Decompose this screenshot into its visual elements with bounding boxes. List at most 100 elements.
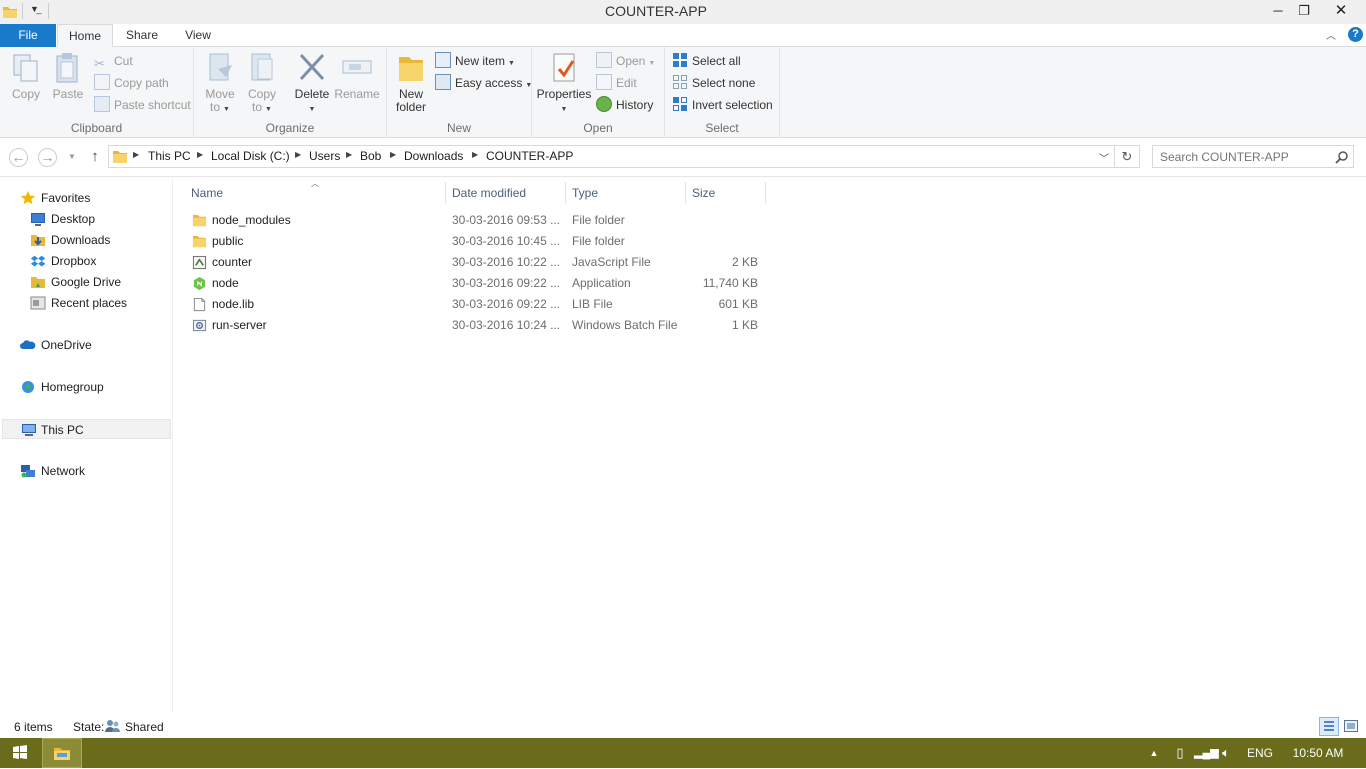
search-box[interactable] (1152, 145, 1354, 168)
language-indicator[interactable]: ENG (1246, 738, 1274, 768)
copy-button[interactable]: Copy (8, 51, 44, 101)
column-header-name[interactable]: Name (185, 182, 446, 204)
open-button[interactable]: Open ▼ (596, 51, 655, 71)
tab-file[interactable]: File (0, 24, 56, 47)
breadcrumb-bob[interactable]: Bob (360, 149, 381, 163)
tab-home[interactable]: Home (57, 24, 113, 47)
table-row[interactable]: node 30-03-2016 09:22 ... Application 11… (186, 273, 766, 294)
file-name: node.lib (212, 297, 255, 311)
breadcrumb-separator-icon[interactable]: ▶ (197, 150, 203, 159)
recent-locations-dropdown-icon[interactable]: ▼ (62, 148, 82, 168)
copy-to-button[interactable]: Copy to ▼ (244, 51, 280, 116)
search-input[interactable] (1160, 149, 1330, 165)
breadcrumb-local-disk[interactable]: Local Disk (C:) (211, 149, 290, 163)
new-item-button[interactable]: New item ▼ (435, 51, 515, 71)
paste-shortcut-button[interactable]: Paste shortcut (94, 95, 191, 115)
new-group-label: New (446, 121, 471, 135)
cut-button[interactable]: ✂ Cut (94, 51, 133, 71)
delete-button[interactable]: Delete ▼ (292, 51, 332, 116)
nav-homegroup[interactable]: Homegroup (0, 377, 172, 397)
ribbon: Copy Paste ✂ Cut Copy path Paste shortcut… (0, 47, 1366, 138)
open-group-label: Open (583, 121, 613, 135)
breadcrumb-separator-icon[interactable]: ▶ (390, 150, 396, 159)
rename-button[interactable]: Rename (334, 51, 380, 101)
tab-view[interactable]: View (172, 24, 224, 47)
nav-network[interactable]: Network (0, 461, 172, 481)
nav-favorites[interactable]: Favorites (0, 188, 172, 208)
copy-path-label: Copy path (114, 76, 169, 90)
nav-downloads[interactable]: Downloads (0, 230, 172, 250)
easy-access-button[interactable]: Easy access ▼ (435, 73, 532, 93)
signal-icon[interactable]: ▂▄▆ (1194, 738, 1219, 768)
address-bar[interactable]: ▶ This PC ▶ Local Disk (C:) ▶ Users ▶ Bo… (108, 145, 1115, 168)
large-icons-view-icon[interactable] (1343, 718, 1359, 734)
copy-path-button[interactable]: Copy path (94, 73, 169, 93)
edit-button[interactable]: Edit (596, 73, 637, 93)
address-dropdown-icon[interactable]: ﹀ (1099, 150, 1109, 165)
file-size: 2 KB (731, 255, 758, 269)
show-hidden-icons-icon[interactable]: ▲ (1147, 738, 1161, 768)
breadcrumb-separator-icon[interactable]: ▶ (346, 150, 352, 159)
nav-onedrive[interactable]: OneDrive (0, 335, 172, 355)
breadcrumb-separator-icon[interactable]: ▶ (295, 150, 301, 159)
file-type: File folder (572, 234, 625, 248)
table-row[interactable]: counter 30-03-2016 10:22 ... JavaScript … (186, 252, 766, 273)
column-header-type[interactable]: Type (566, 182, 686, 204)
table-row[interactable]: node.lib 30-03-2016 09:22 ... LIB File 6… (186, 294, 766, 315)
volume-icon[interactable]: 🔈︎ (1218, 738, 1234, 768)
chevron-up-icon[interactable]: ︿ (1326, 27, 1336, 42)
item-count: 6 items (14, 720, 53, 734)
nav-network-label: Network (41, 464, 86, 478)
tab-share[interactable]: Share (116, 24, 168, 47)
battery-icon[interactable]: ▯ (1172, 738, 1188, 768)
help-icon[interactable]: ? (1348, 27, 1363, 42)
details-view-icon[interactable] (1319, 717, 1339, 736)
breadcrumb-users[interactable]: Users (309, 149, 340, 163)
up-arrow-icon[interactable]: ↑ (85, 148, 105, 168)
paste-button[interactable]: Paste (50, 51, 86, 101)
close-button[interactable]: ✕ (1318, 0, 1364, 22)
nav-this-pc[interactable]: This PC (2, 419, 171, 439)
breadcrumb-counter-app[interactable]: COUNTER-APP (486, 149, 573, 163)
breadcrumb-this-pc[interactable]: This PC (148, 149, 191, 163)
back-arrow-icon[interactable]: ← (9, 148, 28, 167)
file-date: 30-03-2016 10:45 ... (452, 234, 561, 248)
forward-arrow-icon[interactable]: → (38, 148, 57, 167)
new-folder-button[interactable]: New folder (393, 51, 429, 114)
invert-selection-button[interactable]: Invert selection (672, 95, 773, 115)
lib-file-icon (193, 297, 206, 312)
nav-recent-places[interactable]: Recent places (0, 293, 172, 313)
file-list: ︿ Name Date modified Type Size node_modu… (174, 178, 1366, 712)
file-type: Windows Batch File (572, 318, 678, 332)
open-icon (596, 52, 612, 68)
breadcrumb-separator-icon[interactable]: ▶ (472, 150, 478, 159)
homegroup-icon (22, 381, 34, 393)
clipboard-group-label: Clipboard (70, 121, 123, 135)
select-all-button[interactable]: Select all (672, 51, 741, 71)
nav-dropbox[interactable]: Dropbox (0, 251, 172, 271)
table-row[interactable]: public 30-03-2016 10:45 ... File folder (186, 231, 766, 252)
properties-button[interactable]: Properties ▼ (536, 51, 592, 116)
table-row[interactable]: run-server 30-03-2016 10:24 ... Windows … (186, 315, 766, 336)
history-button[interactable]: History (596, 95, 653, 115)
easy-access-icon (435, 74, 451, 90)
file-explorer-taskbar-button[interactable] (42, 738, 82, 768)
column-header-size[interactable]: Size (686, 182, 766, 204)
file-name: node_modules (212, 213, 291, 227)
restore-button[interactable]: ❐ (1290, 0, 1318, 22)
move-to-button[interactable]: Move to ▼ (202, 51, 238, 116)
breadcrumb-separator-icon[interactable]: ▶ (133, 150, 139, 159)
nav-desktop[interactable]: Desktop (0, 209, 172, 229)
minimize-button[interactable]: ─ (1264, 0, 1292, 22)
refresh-icon[interactable]: ↻ (1115, 145, 1140, 168)
nav-google-drive[interactable]: Google Drive (0, 272, 172, 292)
search-icon[interactable] (1335, 150, 1349, 164)
table-row[interactable]: node_modules 30-03-2016 09:53 ... File f… (186, 210, 766, 231)
column-header-date-modified[interactable]: Date modified (446, 182, 566, 204)
properties-icon (553, 53, 575, 82)
details-lines-icon (1324, 721, 1334, 731)
start-button[interactable] (8, 738, 32, 768)
breadcrumb-downloads[interactable]: Downloads (404, 149, 463, 163)
clock[interactable]: 10:50 AM (1288, 738, 1348, 768)
select-none-button[interactable]: Select none (672, 73, 755, 93)
